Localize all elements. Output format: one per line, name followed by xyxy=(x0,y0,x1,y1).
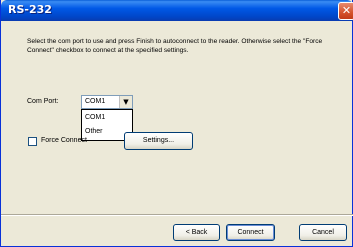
com-port-select[interactable]: COM1 ▼ xyxy=(81,95,133,109)
chevron-down-icon[interactable]: ▼ xyxy=(119,96,132,108)
connect-button[interactable]: Connect xyxy=(226,224,275,241)
footer-separator xyxy=(1,214,353,216)
instructions-text: Select the com port to use and press Fin… xyxy=(27,38,323,54)
com-port-label: Com Port: xyxy=(27,98,59,105)
rs232-dialog: RS-232 ✕ Select the com port to use and … xyxy=(0,0,353,247)
force-connect-label[interactable]: Force Connect xyxy=(41,137,87,144)
com-port-selected-value: COM1 xyxy=(85,98,106,105)
settings-button[interactable]: Settings... xyxy=(124,132,193,150)
close-icon[interactable]: ✕ xyxy=(338,2,353,20)
force-connect-checkbox[interactable] xyxy=(28,137,37,146)
dropdown-option-com1[interactable]: COM1 xyxy=(83,111,131,124)
cancel-button[interactable]: Cancel xyxy=(299,224,347,241)
title-bar[interactable]: RS-232 ✕ xyxy=(1,0,353,21)
back-button[interactable]: < Back xyxy=(173,224,220,241)
window-title: RS-232 xyxy=(8,3,52,16)
